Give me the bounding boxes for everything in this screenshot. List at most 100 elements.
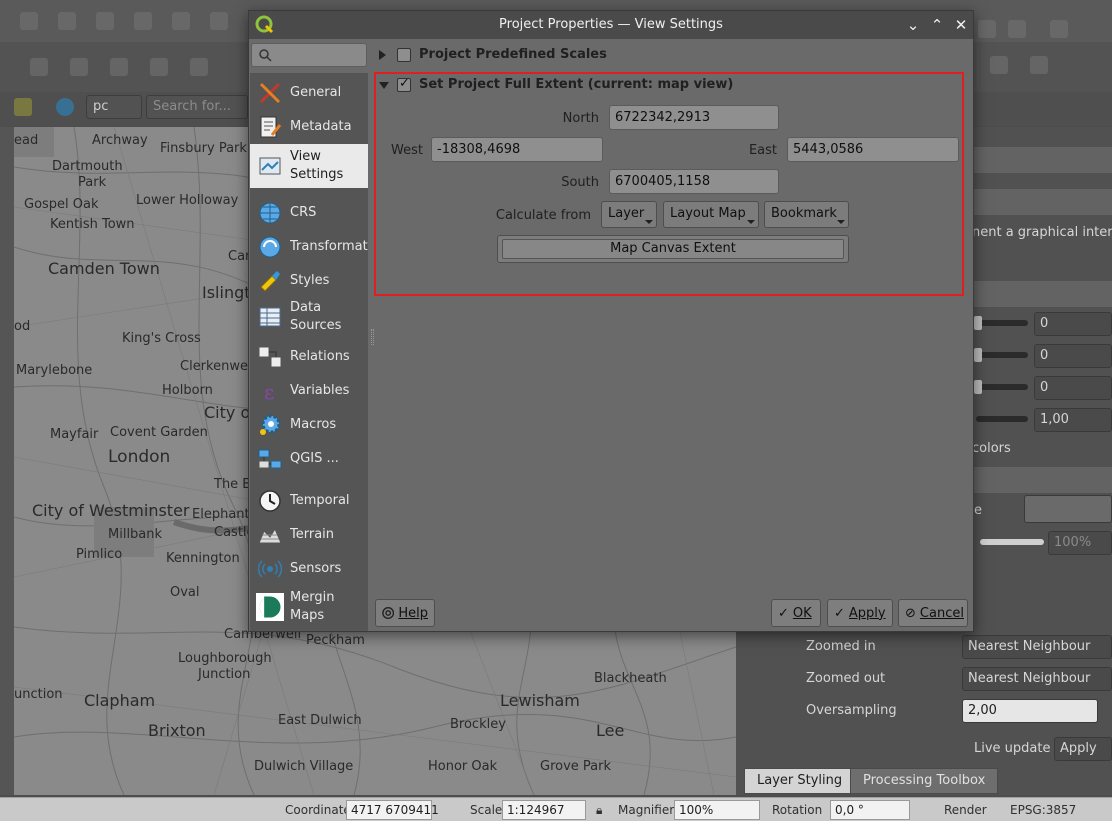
render-label[interactable]: Render	[944, 803, 987, 817]
toolbar-icon[interactable]	[30, 58, 48, 76]
edit-icon[interactable]	[1050, 20, 1068, 38]
dropdown-arrow-icon	[837, 220, 845, 224]
locate-icon[interactable]	[56, 98, 74, 116]
dropdown-arrow-icon	[645, 220, 653, 224]
map-label: East Dulwich	[278, 713, 362, 728]
styles-icon	[260, 271, 280, 292]
color-picker[interactable]	[1024, 495, 1112, 523]
svg-text:ε: ε	[264, 380, 274, 403]
predefined-scales-checkbox[interactable]	[397, 48, 411, 62]
gamma-slider[interactable]	[976, 416, 1028, 422]
bookmark-dropdown-button[interactable]: Bookmark	[764, 201, 849, 228]
saturation-value[interactable]: 0	[1034, 376, 1112, 400]
close-button[interactable]: ✕	[951, 15, 971, 35]
saturation-slider[interactable]	[976, 384, 1028, 390]
zoomed-out-combo[interactable]: Nearest Neighbour	[962, 667, 1112, 691]
toolbar-icon[interactable]	[96, 12, 114, 30]
magnifier-field[interactable]: 100%	[674, 800, 760, 820]
cancel-button[interactable]: ⊘ Cancel	[898, 599, 968, 627]
oversampling-input[interactable]: 2,00	[962, 699, 1098, 723]
cancel-icon: ⊘	[905, 605, 916, 621]
map-canvas-extent-button[interactable]: Map Canvas Extent	[497, 235, 849, 263]
gamma-value[interactable]: 1,00	[1034, 408, 1112, 432]
sidebar-item-label: Data Sources	[290, 300, 342, 333]
slider-handle[interactable]	[974, 316, 982, 330]
layout-map-dropdown-button[interactable]: Layout Map	[663, 201, 759, 228]
panel-header	[974, 281, 1112, 307]
map-label: Mayfair	[50, 427, 99, 442]
sidebar-item-data-sources[interactable]: Data Sources	[250, 295, 368, 339]
sidebar-item-metadata[interactable]: Metadata	[250, 107, 368, 147]
sidebar-item-qgis-server[interactable]: QGIS ...	[250, 439, 368, 479]
terrain-icon	[258, 527, 282, 544]
slider-handle[interactable]	[974, 380, 982, 394]
brightness-slider[interactable]	[976, 320, 1028, 326]
toolbar-icon[interactable]	[1030, 56, 1048, 74]
opacity-slider[interactable]	[980, 539, 1044, 545]
expand-arrow-icon[interactable]	[379, 50, 386, 60]
east-input[interactable]: 5443,0586	[787, 137, 959, 162]
live-update-label[interactable]: Live update	[974, 741, 1050, 756]
dropdown-arrow-icon	[747, 220, 755, 224]
north-input[interactable]: 6722342,2913	[609, 105, 779, 130]
sidebar-item-sensors[interactable]: Sensors	[250, 549, 368, 589]
east-label: East	[748, 143, 777, 158]
maximize-button[interactable]: ⌃	[927, 15, 947, 35]
full-extent-group[interactable]: Set Project Full Extent (current: map vi…	[379, 75, 879, 97]
apply-style-button[interactable]: Apply	[1054, 737, 1112, 761]
toolbar-icon[interactable]	[70, 58, 88, 76]
map-label: Clerkenwell	[180, 359, 256, 374]
south-input[interactable]: 6700405,1158	[609, 169, 779, 194]
toolbar-icon[interactable]	[150, 58, 168, 76]
sidebar-search-input[interactable]	[251, 43, 367, 67]
toolbar-icon[interactable]	[134, 12, 152, 30]
help-icon	[382, 607, 395, 619]
add-icon[interactable]	[978, 20, 996, 38]
full-extent-label: Set Project Full Extent (current: map vi…	[419, 77, 734, 92]
toolbar-icon[interactable]	[20, 12, 38, 30]
toolbar-icon[interactable]	[990, 56, 1008, 74]
opacity-value[interactable]: 100%	[1048, 531, 1112, 555]
oversampling-label: Oversampling	[806, 703, 897, 718]
full-extent-checkbox[interactable]	[397, 76, 411, 92]
map-label: Camden Town	[48, 259, 160, 278]
contrast-slider[interactable]	[976, 352, 1028, 358]
collapse-arrow-icon[interactable]	[379, 82, 389, 89]
toolbar-icon[interactable]	[172, 12, 190, 30]
toolbar-icon[interactable]	[110, 58, 128, 76]
help-button[interactable]: Help	[375, 599, 435, 627]
lock-icon[interactable]: 🔒︎	[596, 803, 602, 818]
toolbar-icon[interactable]	[190, 58, 208, 76]
contrast-value[interactable]: 0	[1034, 344, 1112, 368]
layer-dropdown-button[interactable]: Layer	[601, 201, 657, 228]
zoomed-in-combo[interactable]: Nearest Neighbour	[962, 635, 1112, 659]
minimize-button[interactable]: ⌄	[903, 15, 923, 35]
magnifier-label: Magnifier	[618, 803, 675, 817]
scale-field[interactable]: 1:124967	[502, 800, 586, 820]
toolbar-icon[interactable]	[210, 12, 228, 30]
locator-filter-combo[interactable]: pc	[86, 95, 142, 119]
west-input[interactable]: -18308,4698	[431, 137, 603, 162]
ok-button[interactable]: ✓ OK	[771, 599, 821, 627]
rotation-field[interactable]: 0,0 °	[830, 800, 910, 820]
toolbar-icon[interactable]	[58, 12, 76, 30]
splitter-handle[interactable]	[371, 329, 374, 345]
tab-layer-styling[interactable]: Layer Styling	[744, 768, 856, 794]
map-label: City o	[204, 403, 251, 422]
tab-processing-toolbox[interactable]: Processing Toolbox	[850, 768, 999, 794]
predefined-scales-group[interactable]: Project Predefined Scales	[379, 45, 779, 67]
brightness-value[interactable]: 0	[1034, 312, 1112, 336]
sidebar-item-mergin-maps[interactable]: Mergin Maps	[250, 585, 368, 629]
map-label: ead	[14, 133, 39, 148]
locator-search-input[interactable]: Search for...	[146, 95, 248, 119]
map-label: Blackheath	[594, 671, 667, 686]
crs-label[interactable]: EPSG:3857	[1010, 803, 1076, 817]
apply-button[interactable]: ✓ Apply	[827, 599, 893, 627]
sidebar-item-view-settings[interactable]: View Settings	[250, 144, 368, 188]
slider-handle[interactable]	[974, 348, 982, 362]
map-label: Oval	[170, 585, 200, 600]
coordinate-field[interactable]: 4717 6709411	[346, 800, 439, 820]
refresh-icon[interactable]	[1008, 20, 1026, 38]
panel-header	[974, 467, 1112, 493]
identify-icon[interactable]	[14, 98, 32, 116]
